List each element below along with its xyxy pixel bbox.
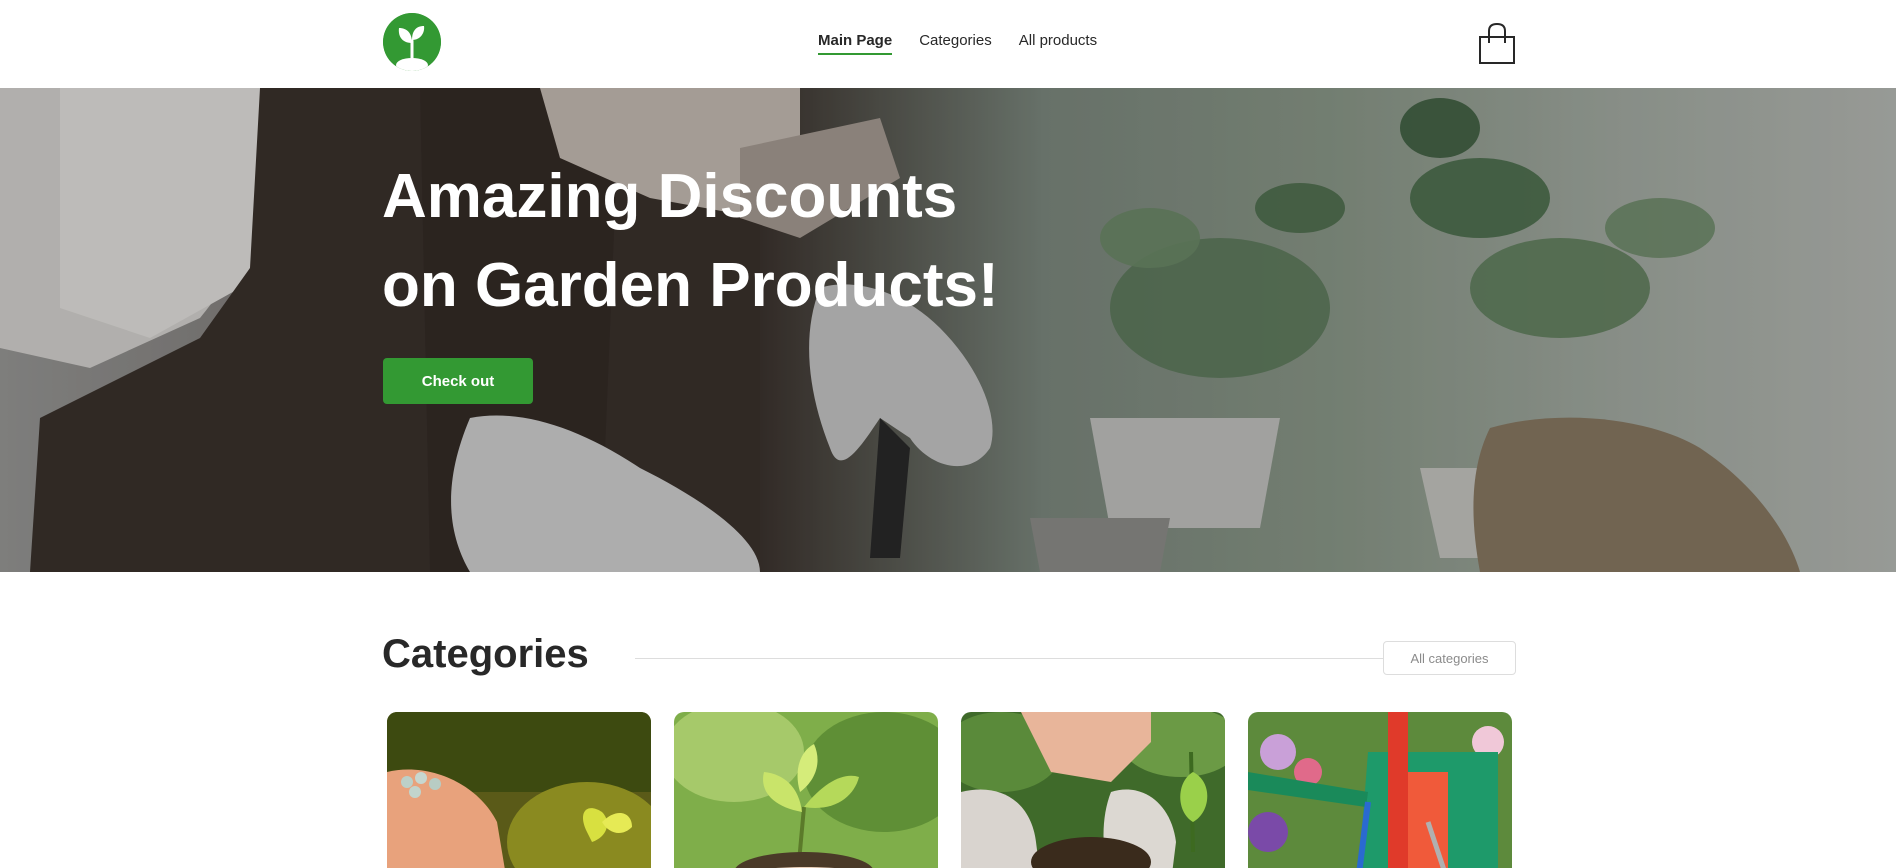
category-card-tools[interactable] <box>1248 712 1512 868</box>
nav-main-page[interactable]: Main Page <box>818 32 893 55</box>
shopping-bag-icon[interactable] <box>1478 22 1516 65</box>
sprout-logo-icon[interactable] <box>383 13 441 71</box>
planting-gloves-photo <box>961 712 1225 868</box>
fertilizer-hand-photo <box>387 712 651 868</box>
hero-title-line2: on Garden Products! <box>382 251 999 320</box>
all-categories-button[interactable]: All categories <box>1383 641 1516 675</box>
main-nav: Main Page Categories All products <box>818 32 1097 55</box>
category-card-planting[interactable] <box>961 712 1225 868</box>
hero-title-line1: Amazing Discounts <box>382 162 958 231</box>
category-cards <box>387 712 1513 868</box>
hero-title: Amazing Discounts on Garden Products! <box>382 152 1102 330</box>
category-card-fertilizer[interactable] <box>387 712 651 868</box>
category-card-seedlings[interactable] <box>674 712 938 868</box>
categories-title: Categories <box>382 632 589 676</box>
categories-divider <box>635 658 1384 659</box>
nav-all-products[interactable]: All products <box>1019 32 1097 55</box>
check-out-button[interactable]: Check out <box>383 358 533 404</box>
garden-tools-watering-can-photo <box>1248 712 1512 868</box>
site-header: Main Page Categories All products <box>0 0 1896 88</box>
hero-banner: Amazing Discounts on Garden Products! Ch… <box>0 88 1896 572</box>
nav-categories[interactable]: Categories <box>919 32 992 55</box>
seedling-in-soil-photo <box>674 712 938 868</box>
